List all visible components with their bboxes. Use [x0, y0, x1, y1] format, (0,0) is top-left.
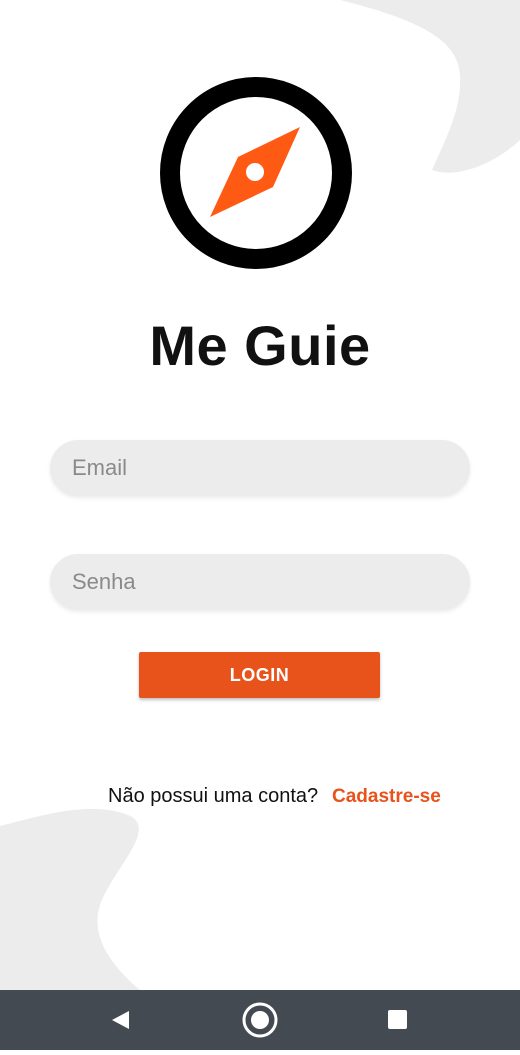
signup-link[interactable]: Cadastre-se	[332, 786, 441, 808]
back-triangle-icon	[112, 1011, 129, 1029]
recents-square-icon	[388, 1010, 407, 1029]
system-navigation-bar	[0, 990, 520, 1050]
signup-row: Não possui uma conta? Cadastre-se	[0, 785, 520, 813]
nav-back-button[interactable]	[91, 990, 151, 1050]
login-button[interactable]: LOGIN	[139, 652, 380, 698]
app-title: Me Guie	[149, 314, 371, 377]
compass-icon	[160, 77, 352, 269]
nav-recents-button[interactable]	[368, 990, 428, 1050]
compass-center	[246, 163, 264, 181]
bottom-left-wave	[0, 808, 140, 990]
password-input[interactable]	[50, 554, 470, 610]
signup-prompt: Não possui uma conta?	[108, 785, 319, 807]
email-input[interactable]	[50, 440, 470, 496]
top-right-wave	[340, 0, 520, 173]
nav-home-button[interactable]	[230, 990, 290, 1050]
home-circle-icon	[242, 1002, 278, 1038]
